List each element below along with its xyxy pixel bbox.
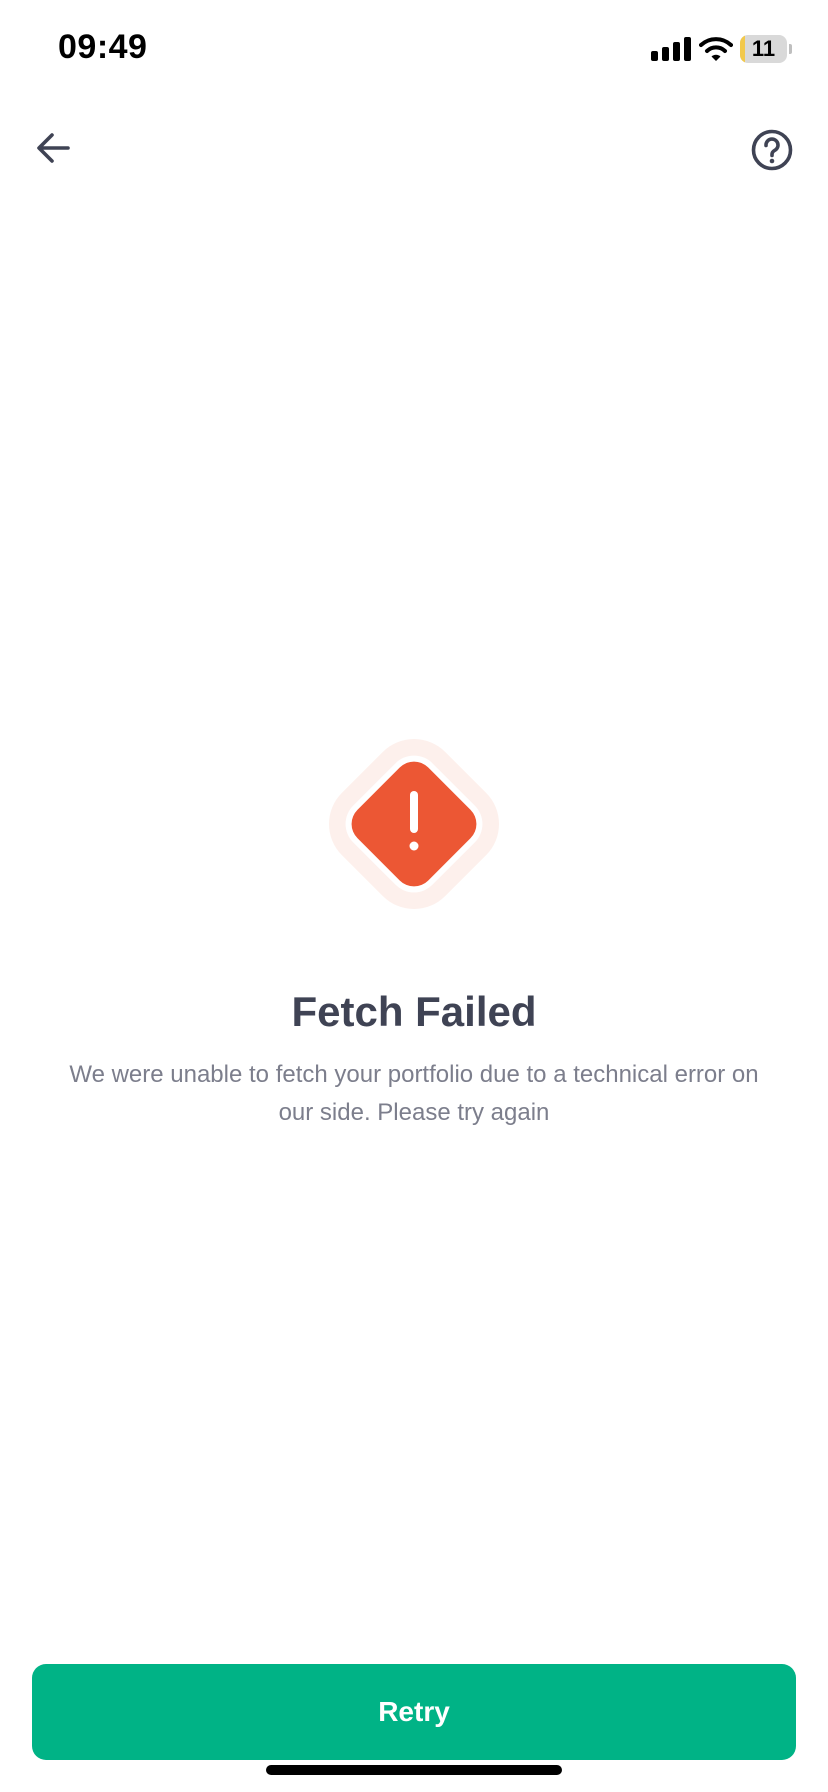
- question-circle-icon: [751, 129, 793, 171]
- help-button[interactable]: [748, 126, 796, 174]
- fetch-failed-screen: 09:49 11 Fetch Failed We were unable to …: [0, 0, 828, 1792]
- battery-level: 11: [751, 36, 776, 61]
- back-button[interactable]: [32, 126, 76, 170]
- exclamation-diamond-icon: [328, 738, 500, 910]
- arrow-left-icon: [37, 133, 70, 163]
- error-title: Fetch Failed: [291, 988, 537, 1035]
- status-bar: 09:49 11: [0, 0, 828, 100]
- battery-icon: 11: [740, 35, 792, 63]
- status-time: 09:49: [58, 28, 148, 66]
- wifi-icon: [699, 37, 733, 61]
- signal-icon: [651, 37, 691, 61]
- battery-tip: [789, 44, 792, 54]
- home-indicator: [266, 1765, 562, 1775]
- retry-button[interactable]: Retry: [32, 1664, 796, 1760]
- battery-body: 11: [740, 35, 787, 63]
- error-message: We were unable to fetch your portfolio d…: [69, 1061, 759, 1126]
